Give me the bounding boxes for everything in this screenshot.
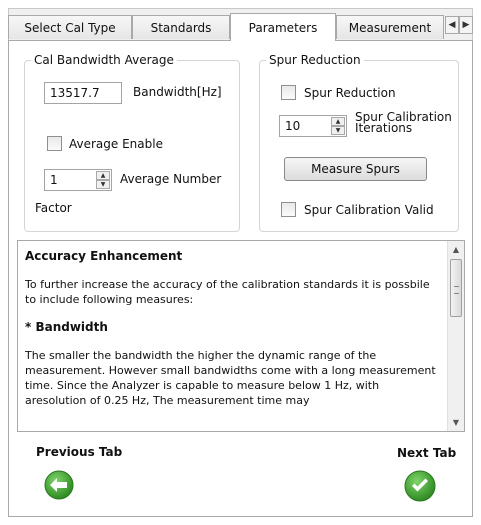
help-scrollbar[interactable]: ▲ ▼ <box>447 241 464 431</box>
bandwidth-label: Bandwidth[Hz] <box>133 85 222 99</box>
help-content: Accuracy Enhancement To further increase… <box>25 249 443 421</box>
tab-scroll-left-icon[interactable]: ◀ <box>445 16 459 34</box>
spin-down-icon[interactable]: ▼ <box>331 126 345 135</box>
spur-calibration-valid-checkbox[interactable] <box>281 202 296 217</box>
spur-iterations-stepper[interactable]: 10 ▲ ▼ <box>279 115 347 137</box>
help-text-area[interactable]: Accuracy Enhancement To further increase… <box>17 240 465 432</box>
average-number-spin[interactable]: ▲ ▼ <box>96 171 110 189</box>
tab-parameters[interactable]: Parameters <box>230 13 336 41</box>
previous-tab-arrow-icon[interactable] <box>44 470 74 500</box>
help-intro: To further increase the accuracy of the … <box>25 278 430 306</box>
tab-scroll-right-icon[interactable]: ▶ <box>459 16 473 34</box>
tab-divider <box>8 40 230 41</box>
previous-tab-label: Previous Tab <box>36 445 123 459</box>
tab-standards[interactable]: Standards <box>132 15 230 39</box>
tab-measurement[interactable]: Measurement <box>336 15 444 39</box>
scroll-down-icon[interactable]: ▼ <box>448 414 464 431</box>
spur-reduction-label: Spur Reduction <box>304 86 396 100</box>
average-enable-checkbox[interactable] <box>47 136 62 151</box>
measure-spurs-button[interactable]: Measure Spurs <box>284 157 427 181</box>
average-number-value: 1 <box>50 173 58 187</box>
help-heading: Accuracy Enhancement <box>25 249 183 263</box>
average-enable-label: Average Enable <box>69 137 163 151</box>
average-number-label: Average Number <box>120 172 222 186</box>
spin-up-icon[interactable]: ▲ <box>331 117 345 126</box>
tab-divider <box>336 40 473 41</box>
spin-up-icon[interactable]: ▲ <box>96 171 110 180</box>
help-subheading: * Bandwidth <box>25 320 108 334</box>
spur-iterations-label: Spur Calibration Iterations <box>355 111 452 135</box>
spur-calibration-valid-label: Spur Calibration Valid <box>304 203 434 217</box>
spin-down-icon[interactable]: ▼ <box>96 180 110 189</box>
scroll-up-icon[interactable]: ▲ <box>448 241 464 258</box>
help-body: The smaller the bandwidth the higher the… <box>25 349 436 407</box>
next-tab-label: Next Tab <box>397 446 457 460</box>
scroll-thumb[interactable] <box>450 259 462 317</box>
spur-iterations-label-line2: Iterations <box>355 121 413 135</box>
group-title: Cal Bandwidth Average <box>31 53 177 67</box>
factor-label: Factor <box>35 201 72 215</box>
tab-strip: Select Cal Type Standards Parameters Mea… <box>8 13 473 41</box>
group-title: Spur Reduction <box>266 53 364 67</box>
scroll-grip-icon <box>454 286 459 294</box>
tab-select-cal-type[interactable]: Select Cal Type <box>8 15 132 39</box>
spur-iterations-spin[interactable]: ▲ ▼ <box>331 117 345 135</box>
tab-scroll-arrows: ◀ ▶ <box>445 16 473 34</box>
spur-reduction-checkbox[interactable] <box>281 85 296 100</box>
next-tab-check-icon[interactable] <box>404 470 436 502</box>
average-number-stepper[interactable]: 1 ▲ ▼ <box>44 169 112 191</box>
bandwidth-input[interactable]: 13517.7 <box>44 82 122 104</box>
spur-iterations-value: 10 <box>285 119 301 133</box>
